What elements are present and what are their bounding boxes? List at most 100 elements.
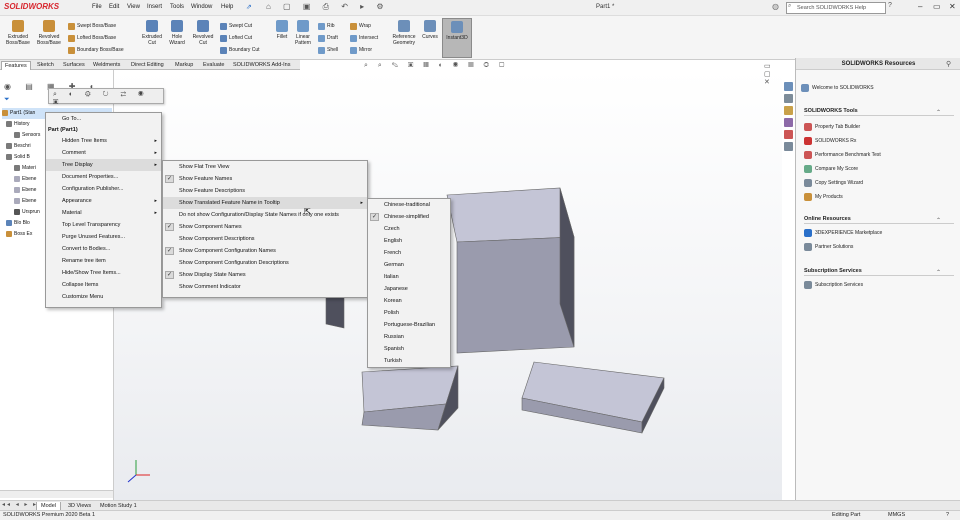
menu-view[interactable]: View bbox=[127, 4, 140, 10]
menu-lang-german[interactable]: German bbox=[368, 259, 450, 271]
menu-material[interactable]: Material ▸ bbox=[46, 207, 161, 219]
menu-file[interactable]: File bbox=[92, 4, 102, 10]
menu-lang-japanese[interactable]: Japanese bbox=[368, 283, 450, 295]
tree-horizontal-scrollbar[interactable] bbox=[0, 490, 113, 498]
task-pane-pin-icon[interactable]: ⚲ bbox=[946, 60, 951, 68]
menu-show-feature-descriptions[interactable]: Show Feature Descriptions bbox=[163, 185, 367, 197]
marketplace-link[interactable]: 3DEXPERIENCE Marketplace bbox=[804, 226, 954, 240]
instant3d-button[interactable]: Instant3D bbox=[442, 18, 472, 58]
swept-cut-button[interactable]: Swept Cut bbox=[220, 20, 260, 32]
pin-icon[interactable]: ⇗ bbox=[246, 3, 252, 11]
shell-button[interactable]: Shell bbox=[318, 44, 338, 56]
collapse-chevron-icon[interactable]: ⌃ bbox=[936, 269, 941, 276]
boundary-cut-button[interactable]: Boundary Cut bbox=[220, 44, 260, 56]
swept-boss-button[interactable]: Swept Boss/Base bbox=[68, 20, 124, 32]
draft-button[interactable]: Draft bbox=[318, 32, 338, 44]
online-section-header[interactable]: Online Resources bbox=[804, 216, 954, 224]
mirror-button[interactable]: Mirror bbox=[350, 44, 378, 56]
menu-lang-korean[interactable]: Korean bbox=[368, 295, 450, 307]
revolved-cut-button[interactable]: Revolved Cut bbox=[189, 20, 217, 46]
menu-edit[interactable]: Edit bbox=[109, 4, 119, 10]
menu-lang-english[interactable]: English bbox=[368, 235, 450, 247]
menu-help[interactable]: Help bbox=[221, 4, 233, 10]
menu-lang-turkish[interactable]: Turkish bbox=[368, 355, 450, 367]
menu-appearance[interactable]: Appearance ▸ bbox=[46, 195, 161, 207]
design-library-icon[interactable] bbox=[784, 94, 793, 103]
lofted-cut-button[interactable]: Lofted Cut bbox=[220, 32, 260, 44]
tab-weldments[interactable]: Weldments bbox=[90, 61, 123, 70]
menu-purge-unused[interactable]: Purge Unused Features... bbox=[46, 231, 161, 243]
menu-hidden-tree-items[interactable]: Hidden Tree Items ▸ bbox=[46, 135, 161, 147]
menu-lang-italian[interactable]: Italian bbox=[368, 271, 450, 283]
boundary-boss-button[interactable]: Boundary Boss/Base bbox=[68, 44, 124, 56]
menu-show-flat-tree-view[interactable]: Show Flat Tree View bbox=[163, 161, 367, 173]
custom-properties-icon[interactable] bbox=[784, 142, 793, 151]
menu-document-properties[interactable]: Document Properties... bbox=[46, 171, 161, 183]
menu-show-display-state-names[interactable]: ✓ Show Display State Names bbox=[163, 269, 367, 281]
menu-convert-to-bodies[interactable]: Convert to Bodies... bbox=[46, 243, 161, 255]
filter-icon[interactable]: ⏷ bbox=[4, 96, 10, 104]
menu-show-component-config-descriptions[interactable]: Show Component Configuration Description… bbox=[163, 257, 367, 269]
minimize-button[interactable]: – bbox=[918, 2, 922, 11]
appearances-icon[interactable] bbox=[784, 130, 793, 139]
menu-show-feature-names[interactable]: ✓ Show Feature Names bbox=[163, 173, 367, 185]
property-tab-builder-link[interactable]: Property Tab Builder bbox=[804, 120, 954, 134]
menu-show-component-names[interactable]: ✓ Show Component Names bbox=[163, 221, 367, 233]
globe-icon[interactable]: ◍ bbox=[772, 2, 779, 11]
menu-do-not-show-config-names[interactable]: Do not show Configuration/Display State … bbox=[163, 209, 367, 221]
menu-window[interactable]: Window bbox=[191, 4, 212, 10]
menu-top-level-transparency[interactable]: Top Level Transparency bbox=[46, 219, 161, 231]
rib-button[interactable]: Rib bbox=[318, 20, 338, 32]
menu-lang-spanish[interactable]: Spanish bbox=[368, 343, 450, 355]
view-palette-icon[interactable] bbox=[784, 118, 793, 127]
home-icon[interactable] bbox=[784, 82, 793, 91]
menu-lang-chinese-simplified[interactable]: ✓ Chinese-simplified bbox=[368, 211, 450, 223]
tab-markup[interactable]: Markup bbox=[172, 61, 196, 70]
solidworks-logo[interactable]: SOLIDWORKS bbox=[4, 2, 59, 11]
welcome-link[interactable]: Welcome to SOLIDWORKS bbox=[801, 84, 874, 92]
quick-access-toolbar[interactable]: ⌂ ▢ ▣ ⎙ ↶ ▸ ⚙ bbox=[266, 2, 389, 12]
menu-lang-portuguese-brazilian[interactable]: Portuguese-Brazilian bbox=[368, 319, 450, 331]
revolved-boss-button[interactable]: Revolved Boss/Base bbox=[34, 20, 64, 46]
tab-direct-editing[interactable]: Direct Editing bbox=[128, 61, 167, 70]
heads-up-view-toolbar[interactable]: ⌕ ⌕ ✎ ▣ ▦ ◐ ◉ ▤ ◎ ▢ bbox=[364, 62, 508, 70]
search-input[interactable]: Search SOLIDWORKS Help bbox=[786, 2, 886, 14]
solidworks-rx-link[interactable]: SOLIDWORKS Rx bbox=[804, 134, 954, 148]
linear-pattern-button[interactable]: Linear Pattern bbox=[291, 20, 315, 46]
copy-settings-link[interactable]: Copy Settings Wizard bbox=[804, 176, 954, 190]
menu-lang-french[interactable]: French bbox=[368, 247, 450, 259]
subscription-section-header[interactable]: Subscription Services bbox=[804, 268, 954, 276]
compare-score-link[interactable]: Compare My Score bbox=[804, 162, 954, 176]
menu-show-comment-indicator[interactable]: Show Comment Indicator bbox=[163, 281, 367, 293]
my-products-link[interactable]: My Products bbox=[804, 190, 954, 204]
menu-tools[interactable]: Tools bbox=[170, 4, 184, 10]
menu-goto[interactable]: Go To... bbox=[46, 113, 161, 125]
context-toolbar[interactable]: ⌕ ◐ ⚙ ↻ ⇄ ◉ ▣ bbox=[48, 88, 164, 106]
tab-addins[interactable]: SOLIDWORKS Add-Ins bbox=[230, 61, 293, 70]
menu-configuration-publisher[interactable]: Configuration Publisher... bbox=[46, 183, 161, 195]
file-explorer-icon[interactable] bbox=[784, 106, 793, 115]
reference-geometry-button[interactable]: Reference Geometry bbox=[388, 20, 420, 46]
status-help-icon[interactable]: ? bbox=[946, 512, 949, 518]
wrap-button[interactable]: Wrap bbox=[350, 20, 378, 32]
subscription-services-link[interactable]: Subscription Services bbox=[804, 278, 954, 292]
collapse-chevron-icon[interactable]: ⌃ bbox=[936, 217, 941, 224]
close-button[interactable]: ✕ bbox=[949, 2, 956, 11]
menu-lang-polish[interactable]: Polish bbox=[368, 307, 450, 319]
menu-rename-tree-item[interactable]: Rename tree item bbox=[46, 255, 161, 267]
tab-features[interactable]: Features bbox=[1, 61, 31, 70]
menu-show-component-descriptions[interactable]: Show Component Descriptions bbox=[163, 233, 367, 245]
intersect-button[interactable]: Intersect bbox=[350, 32, 378, 44]
partner-solutions-link[interactable]: Partner Solutions bbox=[804, 240, 954, 254]
menu-collapse-items[interactable]: Collapse Items bbox=[46, 279, 161, 291]
lofted-boss-button[interactable]: Lofted Boss/Base bbox=[68, 32, 124, 44]
status-units[interactable]: MMGS bbox=[888, 512, 905, 518]
extruded-cut-button[interactable]: Extruded Cut bbox=[138, 20, 166, 46]
restore-button[interactable]: ▭ bbox=[933, 2, 941, 11]
menu-show-translated-name[interactable]: Show Translated Feature Name in Tooltip ▸ bbox=[163, 197, 367, 209]
help-icon[interactable]: ? bbox=[888, 2, 892, 9]
menu-lang-russian[interactable]: Russian bbox=[368, 331, 450, 343]
menu-hide-show-tree-items[interactable]: Hide/Show Tree Items... bbox=[46, 267, 161, 279]
hole-wizard-button[interactable]: Hole Wizard bbox=[164, 20, 190, 46]
collapse-chevron-icon[interactable]: ⌃ bbox=[936, 109, 941, 116]
